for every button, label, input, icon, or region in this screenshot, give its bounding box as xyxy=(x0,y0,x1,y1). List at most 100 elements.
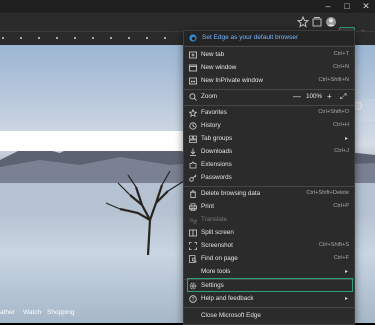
menu-separator xyxy=(184,89,354,90)
bottom-links: ather Watch Shopping xyxy=(0,307,180,323)
menu-label: Extensions xyxy=(201,161,232,168)
menu-item-close-microsoft-edge[interactable]: Close Microsoft Edge xyxy=(184,310,354,322)
menu-shortcut: Ctrl+F xyxy=(333,255,349,261)
fav-dot xyxy=(128,37,130,39)
inprivate-icon xyxy=(189,77,197,85)
profile-avatar-icon[interactable] xyxy=(325,16,337,28)
menu-item-history[interactable]: History Ctrl+H xyxy=(184,120,354,132)
bottom-link-weather[interactable]: ather xyxy=(0,309,15,316)
split-screen-icon xyxy=(189,229,197,237)
bottom-link-shopping[interactable]: Shopping xyxy=(47,309,74,316)
menu-shortcut: Ctrl+Shift+N xyxy=(318,77,349,83)
title-bar: – □ ✕ xyxy=(0,0,375,13)
menu-label: Settings xyxy=(201,282,224,289)
menu-shortcut: Ctrl+Shift+Delete xyxy=(306,190,349,196)
banner-text: Set Edge as your default browser xyxy=(202,34,299,41)
menu-item-zoom: Zoom — 100% + ⤢ xyxy=(184,91,354,103)
menu-label: More tools xyxy=(201,268,231,275)
help-icon: ? xyxy=(189,295,197,303)
fav-dot xyxy=(2,37,4,39)
menu-item-delete-browsing-data[interactable]: Delete browsing data Ctrl+Shift+Delete xyxy=(184,188,354,200)
minimize-button[interactable]: – xyxy=(319,0,337,13)
svg-text:あ: あ xyxy=(193,220,197,225)
menu-label: Split screen xyxy=(201,229,234,236)
downloads-icon xyxy=(190,148,196,156)
menu-shortcut: Ctrl+Shift+O xyxy=(318,109,349,115)
history-icon xyxy=(189,122,197,130)
fav-dot xyxy=(74,37,76,39)
menu-shortcut: Ctrl+J xyxy=(334,148,349,154)
close-window-button[interactable]: ✕ xyxy=(357,0,375,13)
zoom-in-button[interactable]: + xyxy=(327,92,332,101)
menu-label: Passwords xyxy=(201,174,232,181)
fav-dot xyxy=(92,37,94,39)
bottom-link-watch[interactable]: Watch xyxy=(23,309,41,316)
settings-gear-icon xyxy=(189,282,197,290)
menu-label: Favorites xyxy=(201,109,227,116)
full-screen-button[interactable]: ⤢ xyxy=(340,92,346,102)
fav-dot xyxy=(110,37,112,39)
menu-separator xyxy=(184,105,354,106)
menu-item-find-on-page[interactable]: Find on page Ctrl+F xyxy=(184,253,354,265)
menu-label: Close Microsoft Edge xyxy=(201,312,261,319)
collections-icon[interactable] xyxy=(311,16,323,28)
menu-item-new-window[interactable]: New window Ctrl+N xyxy=(184,62,354,74)
trash-icon xyxy=(190,190,196,198)
screenshot-icon xyxy=(189,242,197,250)
zoom-out-button[interactable]: — xyxy=(293,92,301,101)
svg-text:?: ? xyxy=(192,297,195,303)
default-browser-banner[interactable]: Set Edge as your default browser xyxy=(184,31,354,45)
menu-item-favorites[interactable]: Favorites Ctrl+Shift+O xyxy=(184,107,354,119)
menu-separator xyxy=(184,307,354,308)
menu-label: Zoom xyxy=(201,93,218,100)
menu-item-downloads[interactable]: Downloads Ctrl+J xyxy=(184,146,354,158)
maximize-button[interactable]: □ xyxy=(338,0,356,13)
menu-item-more-tools[interactable]: More tools ▸ xyxy=(184,266,354,278)
menu-item-new-tab[interactable]: New tab Ctrl+T xyxy=(184,49,354,61)
menu-item-screenshot[interactable]: Screenshot Ctrl+Shift+S xyxy=(184,240,354,252)
submenu-chevron-icon: ▸ xyxy=(344,269,348,275)
zoom-level: 100% xyxy=(306,93,323,100)
menu-label: Delete browsing data xyxy=(201,190,261,197)
menu-item-extensions[interactable]: Extensions xyxy=(184,159,354,171)
menu-item-print[interactable]: Print Ctrl+P xyxy=(184,201,354,213)
menu-label: Print xyxy=(201,203,214,210)
fav-dot xyxy=(20,37,22,39)
menu-separator xyxy=(184,186,354,187)
menu-item-help-and-feedback[interactable]: ? Help and feedback ▸ xyxy=(184,293,354,305)
tab-groups-icon xyxy=(189,135,197,143)
fav-dot xyxy=(146,37,148,39)
fav-dot xyxy=(164,37,166,39)
menu-shortcut: Ctrl+T xyxy=(333,51,349,57)
menu-item-new-inprivate-window[interactable]: New InPrivate window Ctrl+Shift+N xyxy=(184,75,354,87)
menu-label: Downloads xyxy=(201,148,233,155)
zoom-icon xyxy=(189,93,197,101)
key-icon xyxy=(189,174,197,182)
menu-label: History xyxy=(201,122,221,129)
menu-label: Tab groups xyxy=(201,135,233,142)
menu-label: Translate xyxy=(201,216,228,223)
menu-shortcut: Ctrl+H xyxy=(332,122,349,128)
favorites-star-icon[interactable] xyxy=(297,16,309,28)
menu-label: New tab xyxy=(201,51,225,58)
menu-item-passwords[interactable]: Passwords xyxy=(184,172,354,184)
translate-icon: Aあ xyxy=(190,218,198,225)
menu-item-split-screen[interactable]: Split screen xyxy=(184,227,354,239)
printer-icon xyxy=(189,203,197,211)
submenu-chevron-icon: ▸ xyxy=(344,136,348,142)
browser-toolbar: ··· Ov xyxy=(0,13,375,44)
menu-label: New window xyxy=(201,64,237,71)
new-tab-icon xyxy=(189,51,197,59)
fav-dot xyxy=(56,37,58,39)
menu-label: Help and feedback xyxy=(201,295,254,302)
menu-shortcut: Ctrl+N xyxy=(332,64,349,70)
menu-item-tab-groups[interactable]: Tab groups ▸ xyxy=(184,133,354,145)
edge-logo-icon xyxy=(189,34,197,42)
menu-separator xyxy=(184,46,354,47)
fav-dot xyxy=(38,37,40,39)
settings-and-more-menu: Set Edge as your default browser New tab… xyxy=(183,30,355,325)
menu-shortcut: Ctrl+P xyxy=(333,203,349,209)
search-box[interactable] xyxy=(0,131,190,151)
menu-label: Screenshot xyxy=(201,242,233,249)
menu-item-settings[interactable]: Settings xyxy=(184,280,354,292)
